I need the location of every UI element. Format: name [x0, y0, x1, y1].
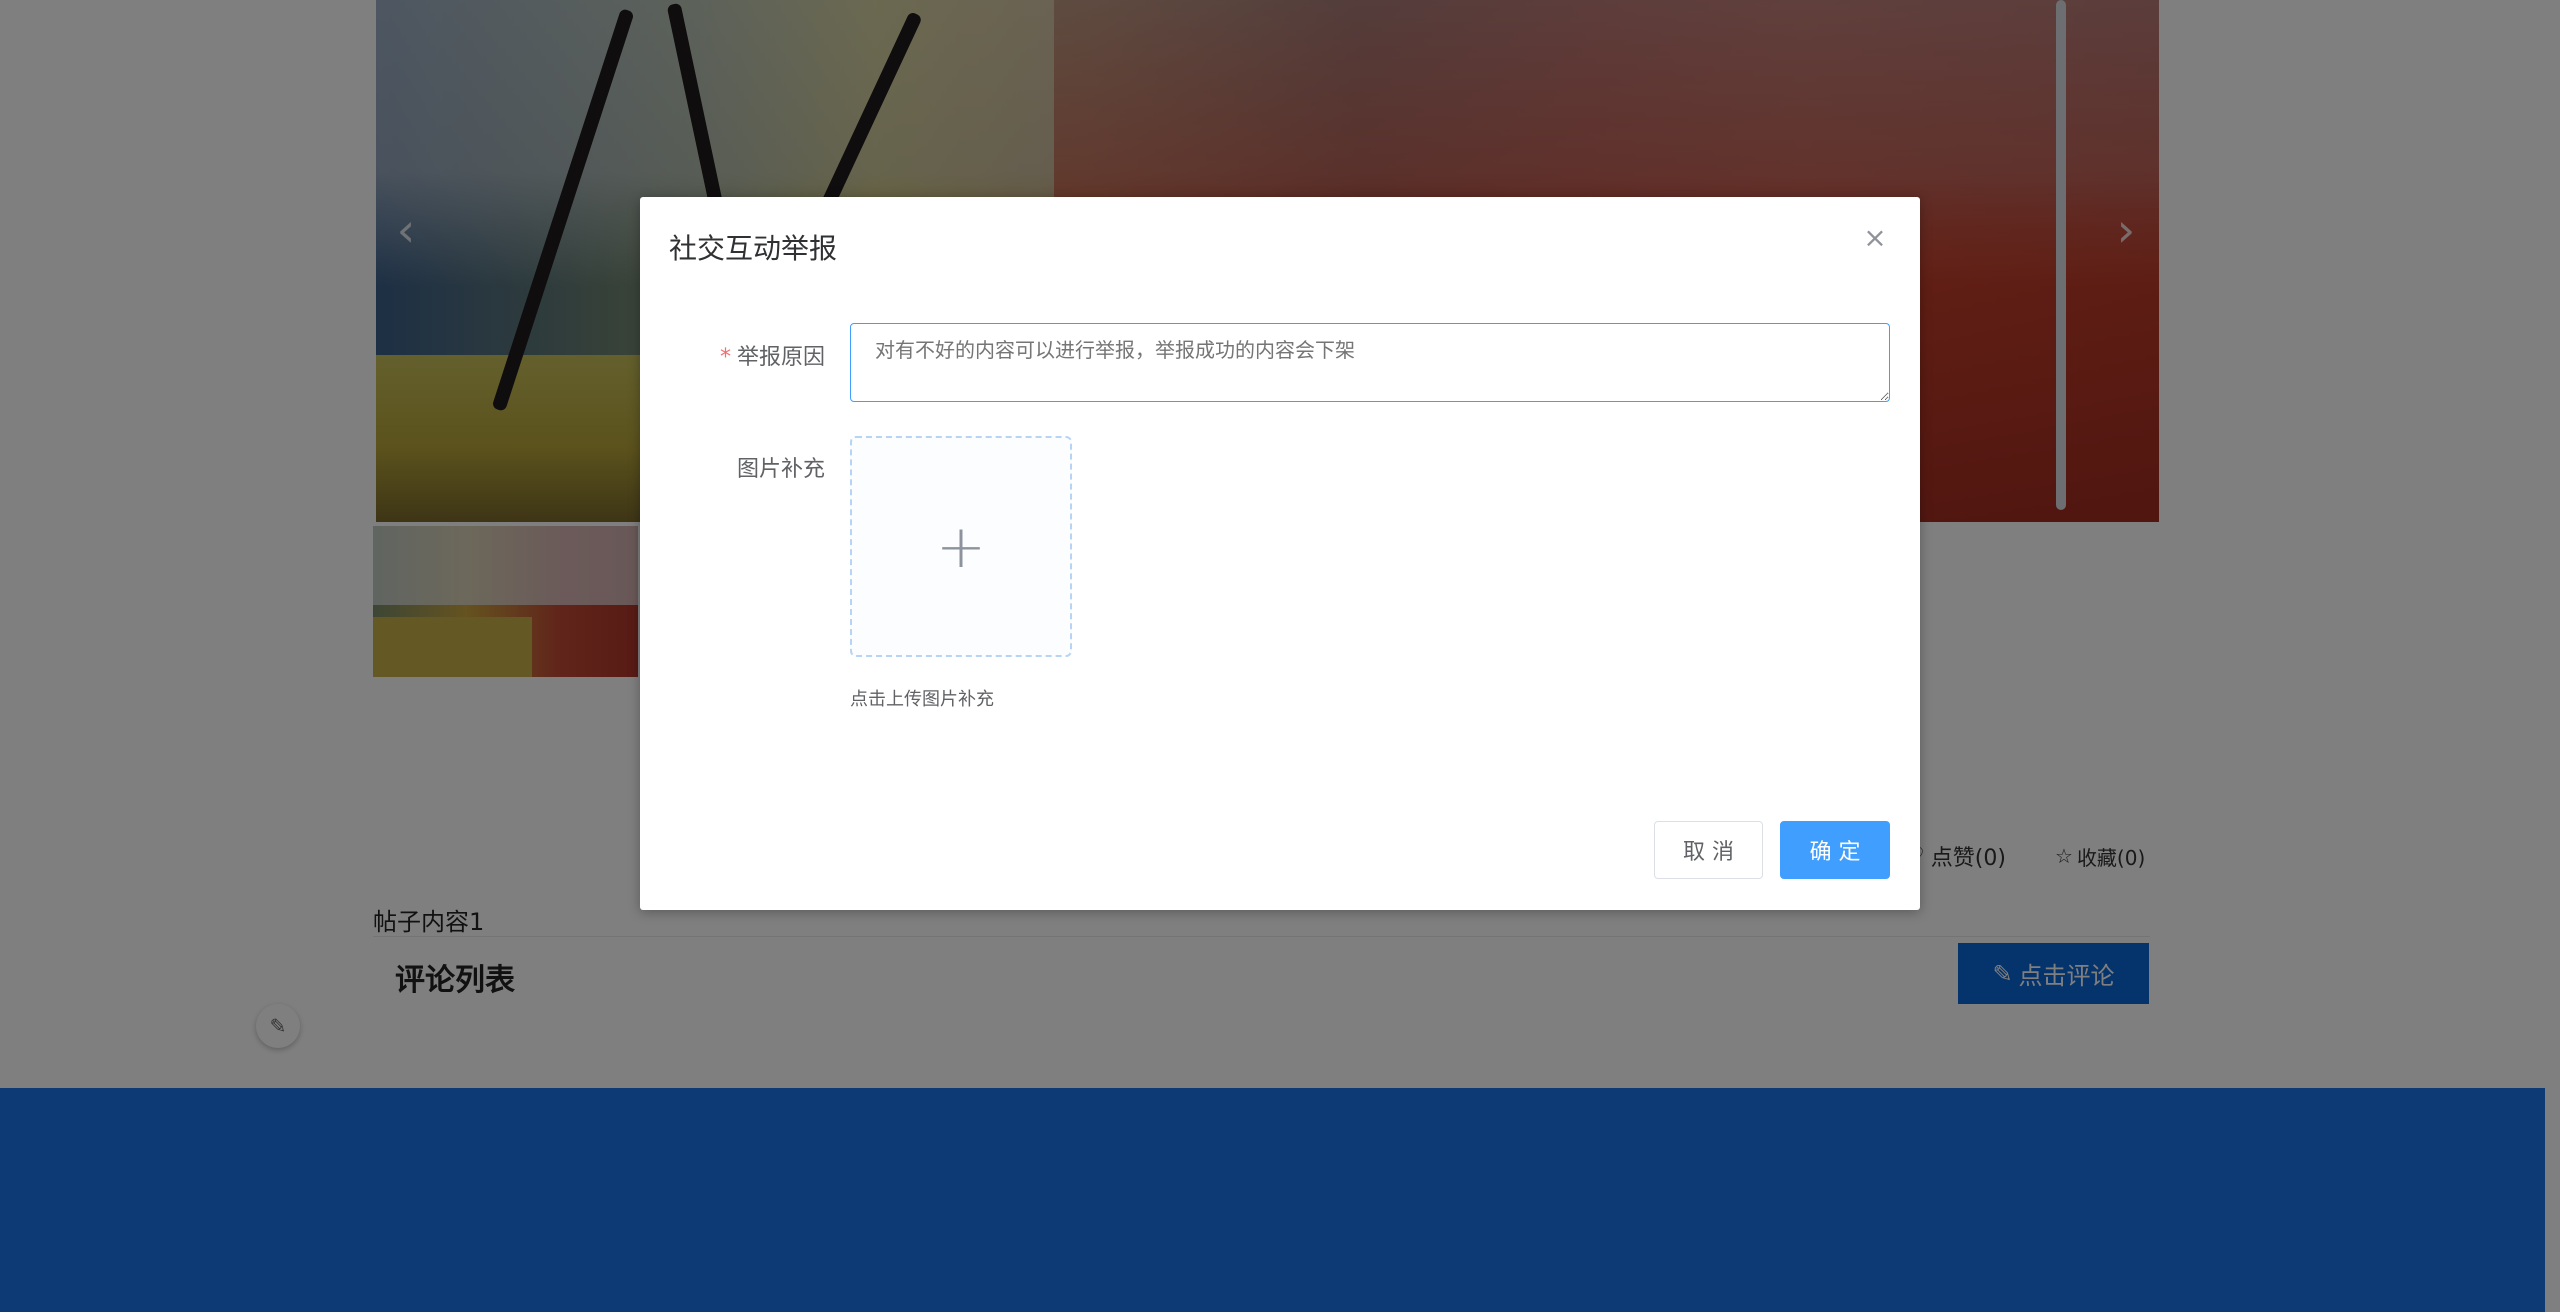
image-upload-box[interactable]: +: [850, 436, 1072, 657]
plus-icon: +: [935, 511, 987, 582]
required-mark: *: [719, 345, 731, 370]
image-label: 图片补充: [736, 457, 825, 482]
dialog-title: 社交互动举报: [669, 232, 838, 265]
upload-tip: 点击上传图片补充: [850, 689, 994, 710]
reason-label: * 举报原因: [640, 339, 825, 371]
confirm-button[interactable]: 确 定: [1780, 821, 1890, 879]
reason-label-text: 举报原因: [736, 345, 825, 370]
close-icon[interactable]: ×: [1860, 223, 1890, 253]
cancel-button[interactable]: 取 消: [1654, 821, 1763, 879]
reason-input[interactable]: [850, 323, 1890, 402]
report-dialog: 社交互动举报 × *举报原因 图片补充 + 点击上传图片补充 取 消 确 定: [640, 197, 1920, 910]
